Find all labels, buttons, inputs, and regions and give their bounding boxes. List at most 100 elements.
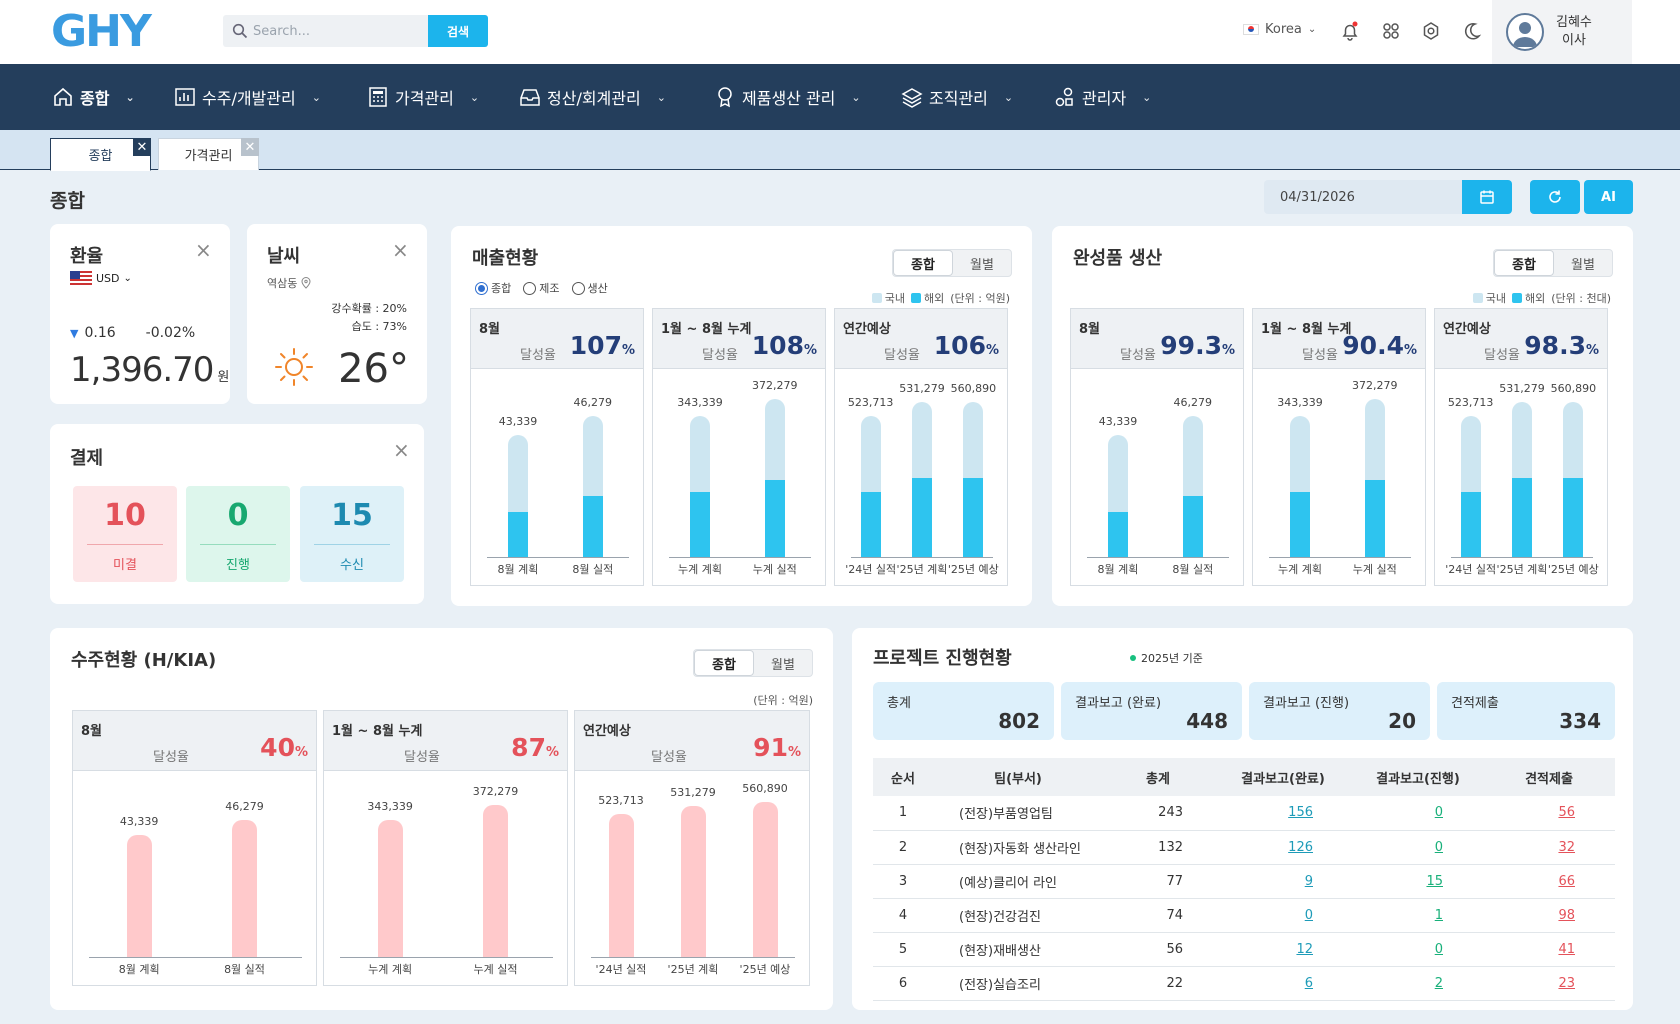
summary-quote: 견적제출 334 <box>1437 682 1615 740</box>
production-bar[interactable] <box>1107 435 1128 557</box>
cell-quote-link[interactable]: 41 <box>1558 942 1575 957</box>
production-bar[interactable] <box>1512 402 1532 557</box>
sales-bar[interactable] <box>689 416 710 557</box>
cell-quote-link[interactable]: 32 <box>1558 840 1575 855</box>
cell-completed-link[interactable]: 6 <box>1305 976 1313 991</box>
bell-icon[interactable] <box>1339 20 1361 42</box>
cell-completed-link[interactable]: 12 <box>1296 942 1313 957</box>
cell-completed-link[interactable]: 156 <box>1288 805 1313 820</box>
nav-item-admin[interactable]: 관리자 ⌄ <box>1054 64 1151 130</box>
cell-completed-link[interactable]: 9 <box>1305 874 1313 889</box>
cell-in-progress-link[interactable]: 0 <box>1435 942 1443 957</box>
nav-item-orders[interactable]: 수주/개발관리 ⌄ <box>174 64 321 130</box>
nav-item-organization[interactable]: 조직관리 ⌄ <box>901 64 1013 130</box>
sales-bar[interactable] <box>582 416 603 557</box>
cell-in-progress-link[interactable]: 0 <box>1435 805 1443 820</box>
orders-bar[interactable] <box>608 814 634 957</box>
cell-in-progress-link[interactable]: 2 <box>1435 976 1443 991</box>
bar-overseas <box>764 480 785 557</box>
sales-bar[interactable] <box>507 435 528 557</box>
bar-category-label: 8월 실적 <box>1172 563 1214 576</box>
cell-in-progress-link[interactable]: 15 <box>1426 874 1443 889</box>
close-icon[interactable]: ✕ <box>241 138 259 156</box>
search-input[interactable]: Search... <box>253 24 310 39</box>
sales-bar[interactable] <box>860 416 881 557</box>
cell-quote-link[interactable]: 98 <box>1558 908 1575 923</box>
summary-value: 802 <box>998 709 1040 733</box>
cell-in-progress-link[interactable]: 1 <box>1435 908 1443 923</box>
location-label: 역삼동 <box>267 277 298 290</box>
pending-stat[interactable]: 10 미결 <box>73 486 177 582</box>
language-selector[interactable]: Korea ⌄ <box>1243 22 1316 37</box>
close-icon[interactable]: × <box>195 240 212 260</box>
table-cell: 98 <box>1483 898 1615 933</box>
gear-icon[interactable] <box>1420 20 1442 42</box>
orders-bar[interactable] <box>483 805 508 957</box>
sales-bar[interactable] <box>912 402 932 557</box>
user-profile[interactable]: 김혜수 이사 <box>1492 0 1632 64</box>
orders-bar[interactable] <box>126 835 152 957</box>
seg-monthly[interactable]: 월별 <box>754 650 812 676</box>
orders-bar[interactable] <box>232 820 257 957</box>
close-icon[interactable]: × <box>392 240 409 260</box>
rate-label: 달성율 <box>702 348 738 363</box>
orders-bar[interactable] <box>680 806 706 957</box>
ai-button[interactable]: AI <box>1584 180 1633 214</box>
seg-summary[interactable]: 종합 <box>1494 250 1554 276</box>
table-cell: 32 <box>1483 830 1615 865</box>
production-bar[interactable] <box>1182 416 1203 557</box>
chart-axis <box>1269 557 1411 558</box>
cell-quote-link[interactable]: 23 <box>1558 976 1575 991</box>
dark-mode-icon[interactable] <box>1461 20 1483 42</box>
close-icon[interactable]: × <box>393 440 410 460</box>
sales-bar[interactable] <box>764 399 785 557</box>
cell-quote-link[interactable]: 56 <box>1558 805 1575 820</box>
nav-item-summary[interactable]: 종합 ⌄ <box>52 64 135 130</box>
bar-value-label: 372,279 <box>472 785 519 798</box>
seg-summary[interactable]: 종합 <box>893 250 953 276</box>
bar-domestic <box>608 814 634 957</box>
date-picker[interactable]: 04/31/2026 <box>1264 180 1512 214</box>
rate-unit: % <box>1403 343 1417 358</box>
temperature: 26° <box>338 346 409 392</box>
orders-bar[interactable] <box>377 820 403 957</box>
received-stat[interactable]: 15 수신 <box>300 486 404 582</box>
chart-axis <box>851 557 993 558</box>
seg-monthly[interactable]: 월별 <box>953 250 1011 276</box>
logo[interactable]: GHY <box>51 8 152 56</box>
radio-production[interactable]: 생산 <box>571 280 608 296</box>
in-progress-stat[interactable]: 0 진행 <box>186 486 290 582</box>
nav-item-price[interactable]: 가격관리 ⌄ <box>367 64 479 130</box>
cell-completed-link[interactable]: 0 <box>1305 908 1313 923</box>
nav-label: 제품생산 관리 <box>742 89 836 108</box>
tab-price[interactable]: 가격관리 ✕ <box>158 138 259 170</box>
rate-unit: 원 <box>217 370 229 385</box>
radio-summary[interactable]: 종합 <box>475 280 511 296</box>
production-bar[interactable] <box>1289 416 1310 557</box>
tab-summary[interactable]: 종합 ✕ <box>50 138 151 171</box>
radio-manufacturing[interactable]: 제조 <box>523 280 560 296</box>
calendar-button[interactable] <box>1462 180 1512 214</box>
currency-select[interactable]: USD ⌄ <box>70 271 132 285</box>
orders-bar[interactable] <box>752 802 778 957</box>
production-bar[interactable] <box>1563 402 1584 557</box>
seg-summary[interactable]: 종합 <box>694 650 754 676</box>
shapes-icon <box>1055 87 1073 107</box>
refresh-button[interactable] <box>1530 180 1580 214</box>
panel-header: 1월 ~ 8월 누계 달성율 108% <box>653 309 825 369</box>
production-bar[interactable] <box>1364 399 1385 557</box>
seg-monthly[interactable]: 월별 <box>1554 250 1612 276</box>
bar-category-label: 누계 계획 <box>677 563 722 576</box>
apps-icon[interactable] <box>1380 20 1402 42</box>
close-icon[interactable]: ✕ <box>133 138 151 156</box>
cell-quote-link[interactable]: 66 <box>1558 874 1575 889</box>
search-button[interactable]: 검색 <box>428 15 488 47</box>
cell-completed-link[interactable]: 126 <box>1288 840 1313 855</box>
summary-in-progress: 결과보고 (진행) 20 <box>1249 682 1430 740</box>
rate-unit: % <box>1585 343 1599 358</box>
sales-bar[interactable] <box>963 402 984 557</box>
cell-in-progress-link[interactable]: 0 <box>1435 840 1443 855</box>
nav-item-production[interactable]: 제품생산 관리 ⌄ <box>714 64 861 130</box>
production-bar[interactable] <box>1460 416 1481 557</box>
nav-item-accounting[interactable]: 정산/회계관리 ⌄ <box>519 64 666 130</box>
